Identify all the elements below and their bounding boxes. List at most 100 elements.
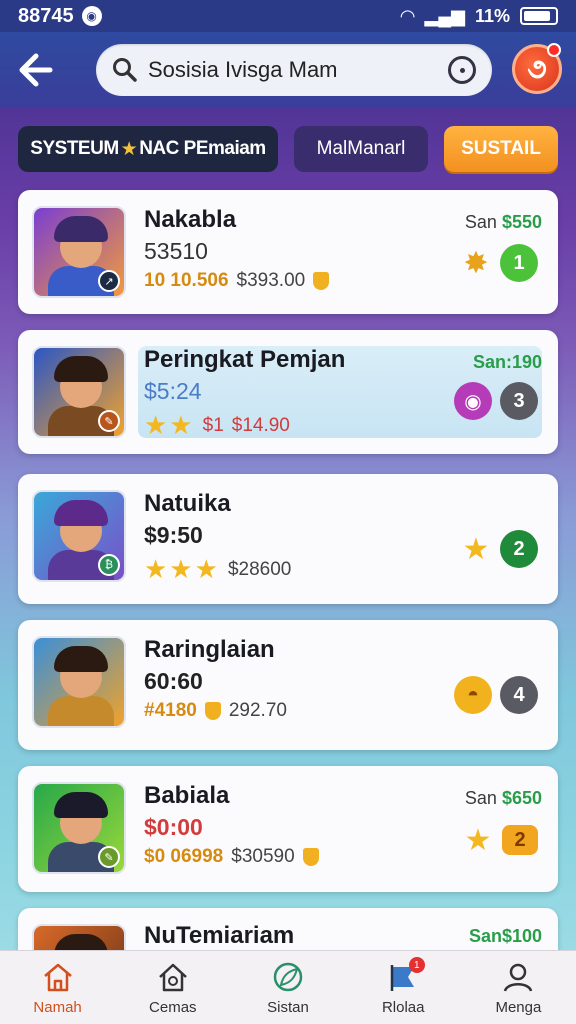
- item-title: Babiala: [144, 782, 230, 809]
- back-button[interactable]: [14, 50, 60, 90]
- item-value: $5:24: [144, 378, 202, 404]
- signal-icon: ▂▄▆: [424, 5, 465, 26]
- item-price: 292.70: [228, 700, 287, 721]
- nav-rlolaa[interactable]: 1 Rlolaa: [346, 951, 461, 1024]
- house-icon: [158, 963, 187, 992]
- class-icon: ✎: [98, 410, 120, 432]
- item-title: Raringlaian: [144, 636, 275, 663]
- price-value: $550: [501, 212, 542, 232]
- character-thumbnail: [32, 636, 126, 728]
- star-rating-icon: ★★★: [144, 554, 220, 584]
- wifi-icon: ◠: [400, 5, 415, 26]
- tab-label: SYSTEUM: [30, 138, 119, 159]
- nav-label: Rlolaa: [381, 999, 425, 1016]
- gem-icon: ◉: [454, 382, 492, 420]
- leaf-icon: [273, 962, 303, 992]
- user-icon: [504, 963, 533, 992]
- item-value: 60:60: [144, 668, 203, 694]
- notification-icon: ◉: [81, 6, 102, 26]
- nav-menga[interactable]: Menga: [461, 951, 576, 1024]
- item-price: $30590: [231, 846, 295, 867]
- item-price: $28600: [227, 558, 292, 580]
- target-icon[interactable]: [448, 56, 476, 84]
- shield-icon: [204, 702, 221, 720]
- item-value: 53510: [144, 238, 208, 264]
- tab-system[interactable]: SYSTEUM ★ NAC PEmaiam: [18, 126, 278, 172]
- filter-tabs: SYSTEUM ★ NAC PEmaiam MalManarl SUSTAIL: [0, 118, 576, 182]
- shield-icon: [302, 848, 319, 866]
- battery-icon: [520, 7, 558, 25]
- class-icon: ↗: [98, 270, 120, 292]
- item-value: $9:50: [144, 522, 203, 548]
- rank-badge: 4: [500, 676, 538, 714]
- item-stat: $0 06998: [144, 846, 224, 867]
- item-title: Peringkat Pemjan: [144, 346, 346, 373]
- tab-label: NAC PEmaiam: [139, 138, 266, 159]
- tab-label: MalManarl: [316, 138, 406, 159]
- status-time: 88745: [18, 4, 74, 27]
- swirl-icon: ૭: [527, 52, 547, 84]
- price-tag: San $550: [465, 212, 542, 233]
- item-price: $393.00: [236, 270, 306, 291]
- nav-label: Cemas: [149, 999, 197, 1016]
- character-thumbnail: ✎: [32, 346, 126, 438]
- arrow-left-icon: [19, 53, 53, 87]
- list-item[interactable]: ↗ Nakabla 53510 10 10.506 $393.00 San $5…: [18, 190, 558, 314]
- character-thumbnail: ↗: [32, 206, 126, 298]
- app-header: ૭: [0, 32, 576, 108]
- coin-icon: ◓: [454, 676, 492, 714]
- price-tag: San$100: [469, 926, 542, 947]
- star-icon: ★: [464, 823, 492, 857]
- rank-badge: 1: [500, 244, 538, 282]
- home-icon: [43, 963, 72, 992]
- star-icon: ★: [462, 532, 490, 566]
- price-tag: San $650: [465, 788, 542, 809]
- rank-badge: 2: [500, 530, 538, 568]
- status-bar: 88745 ◉ ◠ ▂▄▆ 11%: [0, 0, 576, 32]
- price-value: :190: [505, 352, 542, 372]
- price-tag: San:190: [473, 352, 542, 373]
- shield-icon: [313, 272, 330, 290]
- rank-badge: 2: [502, 825, 538, 855]
- search-input[interactable]: [148, 57, 438, 83]
- item-stat: $1: [202, 414, 224, 436]
- class-icon: ₿: [98, 554, 120, 576]
- class-icon: ✎: [98, 846, 120, 868]
- search-bar[interactable]: [96, 44, 492, 96]
- price-label: San: [464, 212, 497, 232]
- tab-main[interactable]: MalManarl: [294, 126, 428, 172]
- gear-medal-icon: ✸: [463, 246, 489, 280]
- character-thumbnail: ₿: [32, 490, 126, 582]
- list-item[interactable]: ✎ Peringkat Pemjan $5:24 ★★ $1 $14.90 Sa…: [18, 330, 558, 454]
- battery-level: 11%: [474, 5, 510, 26]
- nav-cemas[interactable]: Cemas: [115, 951, 230, 1024]
- list-item[interactable]: Raringlaian 60:60 #4180 292.70 ◓ 4: [18, 620, 558, 750]
- star-rating-icon: ★★: [144, 410, 195, 440]
- tab-sustail-button[interactable]: SUSTAIL: [444, 126, 558, 172]
- bottom-navigation: Namah Cemas Sistan 1 Rlolaa Menga: [0, 950, 576, 1024]
- item-stat: #4180: [144, 700, 197, 721]
- item-title: Natuika: [144, 490, 231, 517]
- nav-label: Menga: [495, 999, 542, 1016]
- notification-dot: [547, 43, 561, 57]
- search-icon: [113, 58, 137, 82]
- item-stat: 10 10.506: [144, 270, 229, 291]
- price-value: $100: [501, 926, 542, 946]
- profile-avatar[interactable]: ૭: [512, 43, 562, 94]
- price-label: San: [472, 352, 506, 372]
- nav-label: Namah: [33, 999, 82, 1016]
- list-item[interactable]: ✎ Babiala $0:00 $0 06998 $30590 San $650…: [18, 766, 558, 892]
- tab-label: SUSTAIL: [461, 138, 541, 159]
- rank-badge: 3: [500, 382, 538, 420]
- price-value: $650: [501, 788, 542, 808]
- price-label: San: [464, 788, 497, 808]
- item-title: Nakabla: [144, 206, 237, 233]
- nav-home[interactable]: Namah: [0, 951, 115, 1024]
- nav-sistan[interactable]: Sistan: [230, 951, 345, 1024]
- item-price: $14.90: [231, 414, 290, 436]
- list-item[interactable]: ₿ Natuika $9:50 ★★★ $28600 ★ 2: [18, 474, 558, 604]
- character-thumbnail: ✎: [32, 782, 126, 874]
- nav-label: Sistan: [267, 999, 309, 1016]
- notification-badge: 1: [408, 957, 425, 973]
- price-label: San: [468, 926, 502, 946]
